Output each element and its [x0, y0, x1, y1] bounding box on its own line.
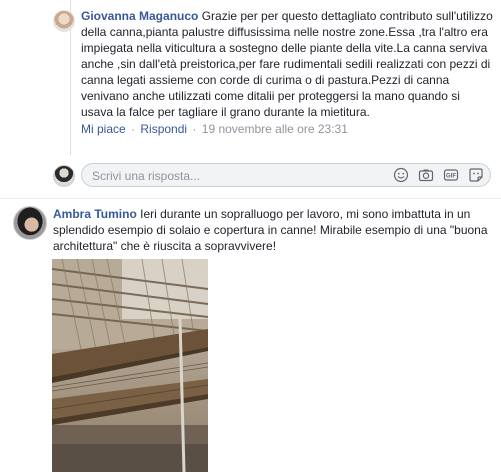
reply-link[interactable]: Rispondi	[140, 122, 187, 136]
reply-input[interactable]: Scrivi una risposta... GIF	[81, 163, 491, 187]
reply-input-placeholder: Scrivi una risposta...	[92, 169, 201, 183]
emoji-icon[interactable]	[393, 167, 409, 183]
reply-text: Grazie per per questo dettagliato contri…	[81, 9, 493, 119]
reply-comment: Giovanna Maganuco Grazie per per questo …	[53, 8, 493, 136]
separator-dot: ·	[131, 122, 136, 136]
comment-body: Ambra Tumino Ieri durante un sopralluogo…	[53, 206, 493, 254]
like-link[interactable]: Mi piace	[81, 122, 126, 136]
author-name-link[interactable]: Ambra Tumino	[53, 207, 137, 221]
comment-divider	[0, 198, 501, 199]
photo-illustration	[52, 259, 208, 472]
svg-text:GIF: GIF	[446, 174, 456, 180]
reply-composer: Scrivi una risposta... GIF	[53, 163, 493, 187]
avatar[interactable]	[53, 10, 75, 32]
main-comment: Ambra Tumino Ieri durante un sopralluogo…	[13, 206, 493, 254]
sticker-icon[interactable]	[468, 167, 484, 183]
reply-actions: Mi piace · Rispondi · 19 novembre alle o…	[81, 122, 493, 136]
avatar[interactable]	[13, 206, 47, 240]
author-name-link[interactable]: Giovanna Maganuco	[81, 9, 198, 23]
comment-photo[interactable]	[52, 259, 208, 472]
composer-tools: GIF	[393, 167, 484, 183]
gif-icon[interactable]: GIF	[443, 167, 459, 183]
separator-dot: ·	[192, 122, 197, 136]
avatar	[53, 165, 75, 187]
camera-icon[interactable]	[418, 167, 434, 183]
reply-body: Giovanna Maganuco Grazie per per questo …	[81, 8, 493, 120]
timestamp-link[interactable]: 19 novembre alle ore 23:31	[202, 122, 348, 136]
